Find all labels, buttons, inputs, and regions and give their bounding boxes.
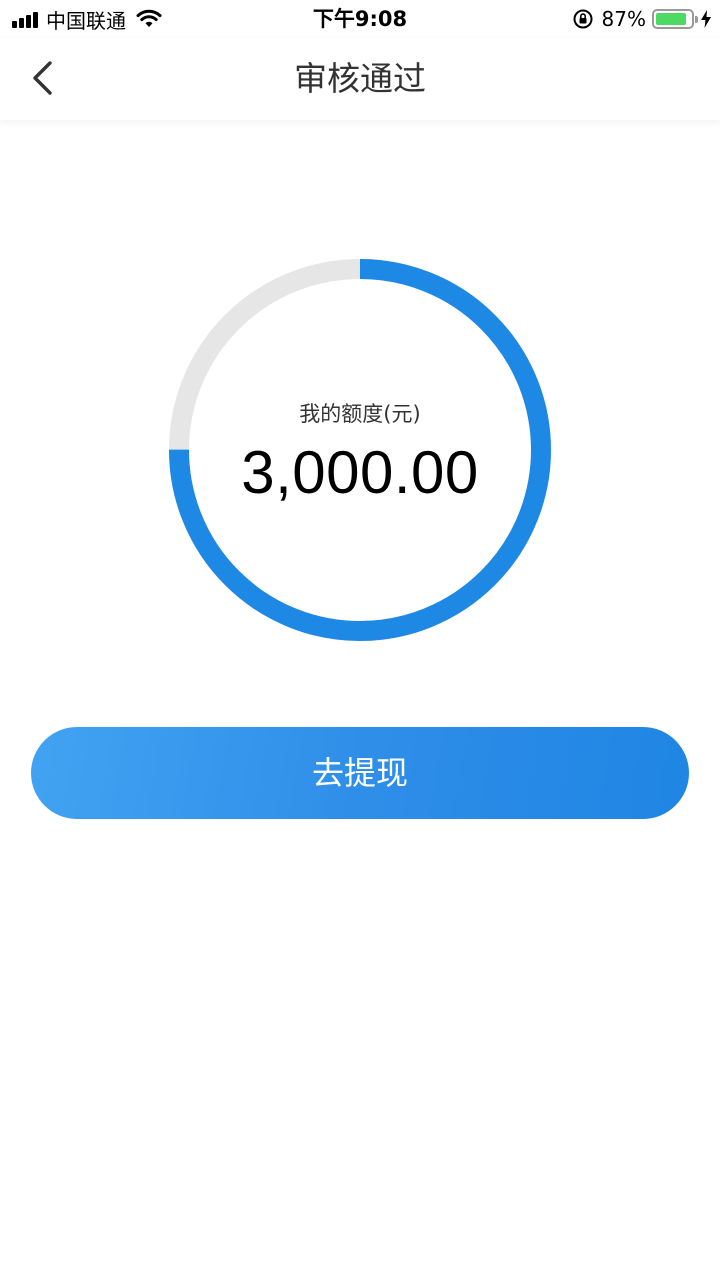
navigation-bar: 审核通过 bbox=[0, 38, 720, 120]
status-bar: 中国联通 下午9:08 87% bbox=[0, 0, 720, 38]
back-button[interactable] bbox=[22, 56, 62, 100]
charging-icon bbox=[701, 10, 711, 28]
withdraw-button[interactable]: 去提现 bbox=[31, 727, 689, 819]
credit-label: 我的额度(元) bbox=[299, 402, 421, 426]
credit-amount: 3,000.00 bbox=[241, 439, 479, 506]
credit-ring: 我的额度(元) 3,000.00 bbox=[160, 250, 560, 650]
chevron-left-icon bbox=[33, 61, 52, 95]
battery-percent: 87% bbox=[601, 7, 646, 31]
rotation-lock-icon bbox=[573, 9, 593, 29]
battery-fill bbox=[656, 13, 686, 25]
page-title: 审核通过 bbox=[294, 59, 426, 98]
status-right: 87% bbox=[572, 5, 712, 33]
battery-icon bbox=[652, 9, 698, 29]
